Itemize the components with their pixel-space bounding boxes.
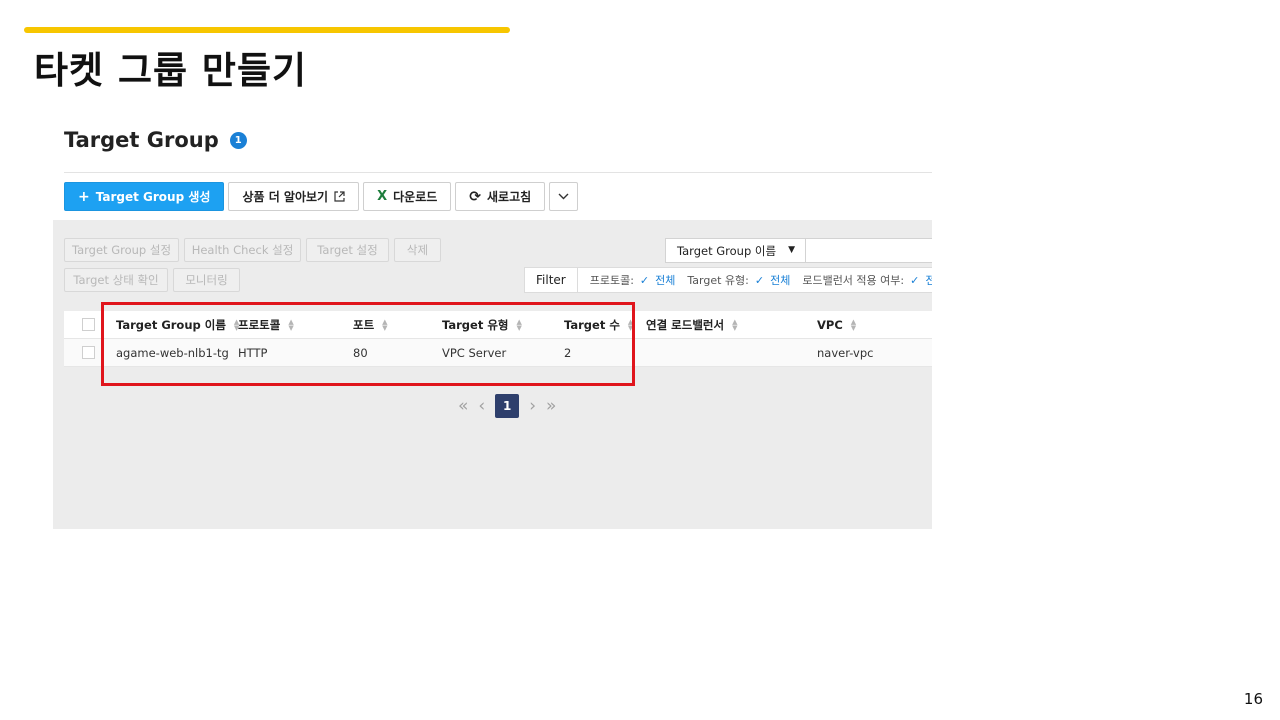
search-field-value: Target Group 이름 (677, 243, 777, 258)
excel-icon: X (377, 189, 388, 204)
refresh-label: 새로고침 (487, 190, 532, 204)
check-icon: ✓ (639, 273, 650, 287)
select-all-checkbox[interactable] (82, 318, 95, 331)
row-checkbox[interactable] (82, 346, 95, 359)
external-link-icon (334, 191, 345, 202)
filter-target-type-name: Target 유형: (687, 274, 749, 287)
refresh-button[interactable]: ⟳ 새로고침 (455, 182, 546, 211)
filter-protocol[interactable]: 프로토콜: ✓ 전체 (590, 272, 676, 288)
download-button[interactable]: X 다운로드 (363, 182, 452, 211)
filter-target-type[interactable]: Target 유형: ✓ 전체 (687, 272, 790, 288)
filter-protocol-value: 전체 (655, 274, 676, 287)
target-status-button[interactable]: Target 상태 확인 (64, 268, 168, 292)
create-button-label: Target Group 생성 (95, 190, 211, 204)
filter-lb-applied-name: 로드밸런서 적용 여부: (802, 274, 905, 287)
column-header-vpc[interactable]: VPC ▲ ▼ (817, 311, 856, 339)
download-label: 다운로드 (393, 190, 438, 204)
page-number: 16 (1243, 690, 1263, 708)
learn-more-label: 상품 더 알아보기 (242, 190, 329, 204)
check-icon: ✓ (910, 273, 920, 287)
filter-lb-applied[interactable]: 로드밸런서 적용 여부: ✓ 전체 (802, 272, 932, 288)
check-icon: ✓ (754, 273, 765, 287)
search-input[interactable] (806, 238, 932, 263)
learn-more-button[interactable]: 상품 더 알아보기 (228, 182, 360, 211)
filter-protocol-name: 프로토콜: (589, 274, 634, 287)
refresh-icon: ⟳ (469, 188, 482, 205)
create-target-group-button[interactable]: + Target Group 생성 (64, 182, 225, 211)
target-group-settings-button[interactable]: Target Group 설정 (64, 238, 179, 262)
highlight-box (101, 302, 635, 386)
search-field-select[interactable]: Target Group 이름 ▼ (665, 238, 806, 263)
filter-button[interactable]: Filter (525, 268, 578, 292)
delete-button[interactable]: 삭제 (394, 238, 441, 262)
next-page-icon[interactable]: › (529, 396, 536, 416)
toolbar: + Target Group 생성 상품 더 알아보기 X 다운로드 ⟳ 새로고… (64, 182, 579, 211)
monitoring-button[interactable]: 모니터링 (173, 268, 240, 292)
chevron-down-icon (558, 193, 569, 200)
filter-bar: Filter 프로토콜: ✓ 전체 Target 유형: ✓ 전체 로드밸런서 … (524, 267, 932, 293)
column-header-load-balancer[interactable]: 연결 로드밸런서 ▲ ▼ (646, 311, 737, 339)
page-title: Target Group (64, 128, 219, 152)
filter-target-type-value: 전체 (770, 274, 791, 287)
slide-title: 타켓 그룹 만들기 (34, 49, 308, 92)
plus-icon: + (78, 188, 90, 205)
sort-icon: ▲ ▼ (850, 318, 857, 332)
target-settings-button[interactable]: Target 설정 (306, 238, 389, 262)
title-divider (64, 172, 932, 173)
sort-icon: ▲ ▼ (732, 318, 738, 332)
filter-lb-applied-value: 전체 (925, 274, 932, 287)
first-page-icon[interactable]: « (458, 396, 468, 416)
title-accent-bar (24, 27, 510, 33)
current-page-button[interactable]: 1 (495, 394, 520, 418)
count-badge: 1 (229, 131, 247, 149)
column-label: 연결 로드밸런서 (646, 318, 725, 332)
pagination: « ‹ 1 › » (458, 394, 556, 418)
more-dropdown-button[interactable] (549, 182, 579, 211)
prev-page-icon[interactable]: ‹ (478, 396, 485, 416)
console-header: Target Group 1 (64, 128, 247, 152)
last-page-icon[interactable]: » (546, 396, 556, 416)
dropdown-arrow-icon: ▼ (788, 245, 795, 255)
column-label: VPC (817, 318, 843, 332)
health-check-settings-button[interactable]: Health Check 설정 (184, 238, 301, 262)
cell-vpc: naver-vpc (817, 346, 874, 360)
